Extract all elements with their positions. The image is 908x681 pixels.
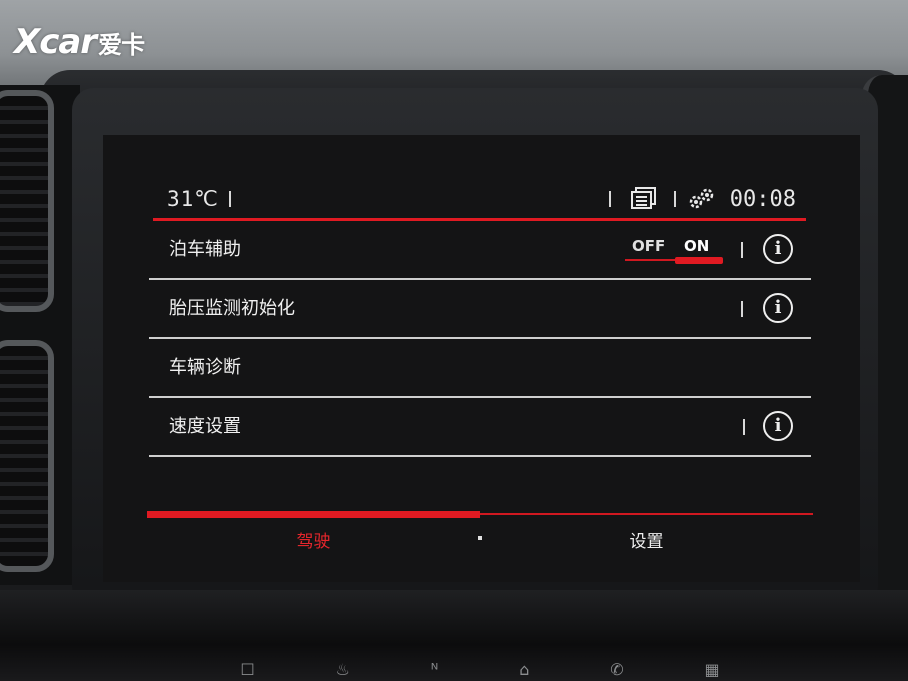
gear-icon[interactable] [687, 187, 714, 209]
menu-item-tpms-reset[interactable]: 胎压监测初始化 i [149, 280, 811, 339]
dash-button-icon: ᴺ [430, 660, 439, 679]
menu-item-speed-settings[interactable]: 速度设置 i [149, 398, 811, 457]
dash-button-icon: ⌂ [519, 660, 530, 679]
info-icon[interactable]: i [763, 411, 793, 441]
parking-assist-toggle[interactable]: OFF ON [625, 233, 725, 264]
settings-menu: 泊车辅助 OFF ON i 胎压监测初始化 i 车辆诊断 速度设置 i [149, 221, 811, 457]
dash-button-icon: ✆ [610, 660, 624, 679]
bottom-tab-bar: 驾驶 设置 [147, 511, 813, 571]
status-separator [609, 191, 611, 207]
toggle-on-label[interactable]: ON [684, 237, 709, 255]
menu-item-label: 泊车辅助 [169, 239, 241, 260]
dash-button-icon: ▦ [704, 660, 720, 679]
infotainment-screen: 31℃ 00:08 泊车辅助 OFF ON i 胎压监测初始化 i 车辆诊断 速… [103, 135, 860, 582]
status-separator [229, 191, 231, 207]
lower-dash-buttons: ☐ ♨ ᴺ ⌂ ✆ ▦ [200, 660, 760, 680]
menu-item-vehicle-diagnostics[interactable]: 车辆诊断 [149, 339, 811, 398]
clock-readout: 00:08 [729, 187, 796, 212]
dash-button-icon: ♨ [335, 660, 350, 679]
row-separator [741, 242, 743, 258]
info-icon[interactable]: i [763, 293, 793, 323]
temperature-readout: 31℃ [167, 187, 219, 211]
row-separator [743, 419, 745, 435]
row-separator [741, 301, 743, 317]
toggle-off-label[interactable]: OFF [632, 237, 665, 255]
info-icon[interactable]: i [763, 234, 793, 264]
menu-item-label: 车辆诊断 [169, 357, 241, 378]
status-separator [674, 191, 676, 207]
toggle-thumb [675, 257, 723, 264]
watermark-logo: Xcar爱卡 [14, 22, 145, 62]
vent-slats-lower [0, 340, 54, 572]
menu-item-label: 胎压监测初始化 [169, 298, 295, 319]
vent-slats-upper [0, 90, 54, 312]
watermark-brand: Xcar [14, 22, 97, 62]
menu-item-parking-assist[interactable]: 泊车辅助 OFF ON i [149, 221, 811, 280]
tab-settings[interactable]: 设置 [480, 527, 813, 552]
tab-drive[interactable]: 驾驶 [147, 527, 480, 552]
status-bar: 31℃ 00:08 [153, 179, 806, 219]
dash-button-icon: ☐ [240, 660, 255, 679]
menu-item-label: 速度设置 [169, 416, 241, 437]
watermark-sub: 爱卡 [98, 31, 145, 59]
menu-list-icon[interactable] [631, 187, 656, 209]
air-vent-left [0, 85, 80, 585]
tab-active-indicator [147, 511, 480, 518]
